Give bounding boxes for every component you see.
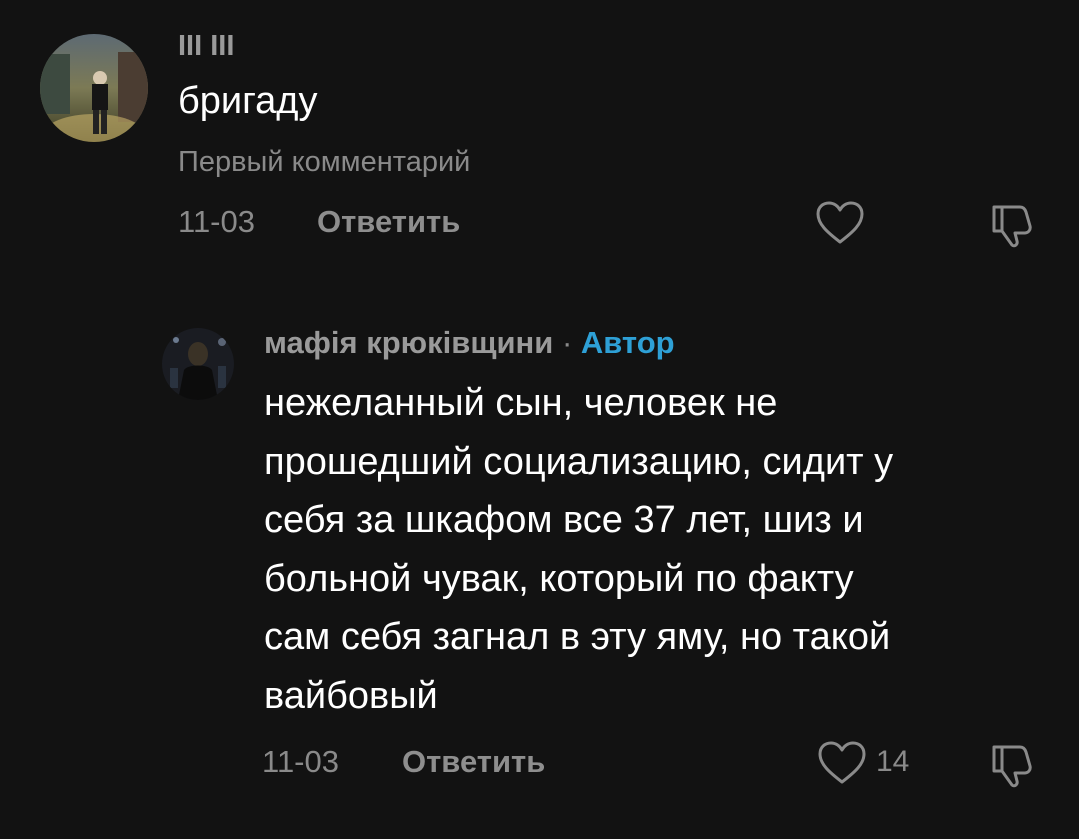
reply-text: нежеланный сын, человек не прошедший соц… [264, 374, 1064, 725]
reply-text-line: прошедший социализацию, сидит у [264, 440, 894, 483]
comment-date: 11-03 [178, 204, 255, 239]
reply-text-line: нежеланный сын, человек не [264, 382, 778, 424]
reply-button[interactable]: Ответить [317, 204, 460, 240]
dislike-button[interactable] [990, 199, 1040, 249]
reply-text-line: сам себя загнал в эту яму, но такой [264, 616, 891, 658]
first-comment-tag: Первый комментарий [178, 146, 471, 178]
heart-icon [816, 201, 864, 244]
person-photo-avatar [162, 328, 234, 400]
reply-text-line: себя за шкафом все 37 лет, шиз и [264, 499, 864, 541]
avatar[interactable] [40, 34, 148, 142]
heart-icon [818, 741, 866, 784]
dislike-button[interactable] [990, 739, 1040, 789]
reply-text-line: вайбовый [264, 674, 438, 717]
thumbs-down-icon [992, 205, 1032, 248]
reply-button[interactable]: Ответить [402, 744, 545, 780]
like-count: 14 [876, 745, 910, 778]
comment-username[interactable]: III III [178, 30, 234, 63]
author-badge: Автор [580, 325, 675, 360]
like-button[interactable] [817, 741, 867, 785]
reply-username[interactable]: мафія крюківщини [264, 325, 553, 360]
separator-dot: · [561, 325, 573, 360]
person-photo-avatar [40, 34, 148, 142]
thumbs-down-icon [992, 745, 1032, 788]
reply-header: мафія крюківщини · Автор [264, 325, 675, 361]
avatar[interactable] [162, 328, 234, 400]
reply-text-line: больной чувак, который по факту [264, 557, 854, 600]
comment-text: бригаду [178, 80, 318, 122]
reply-date: 11-03 [262, 744, 339, 779]
like-button[interactable] [815, 201, 865, 245]
